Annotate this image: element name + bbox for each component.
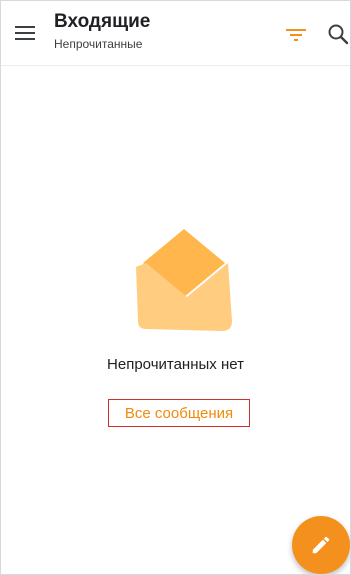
empty-state-message: Непрочитанных нет xyxy=(107,356,244,373)
envelope-icon xyxy=(136,229,232,331)
app-bar: Входящие Непрочитанные xyxy=(1,1,350,66)
page-subtitle: Непрочитанные xyxy=(54,37,143,51)
pencil-icon xyxy=(312,536,330,554)
menu-button[interactable] xyxy=(11,19,39,47)
all-messages-button[interactable]: Все сообщения xyxy=(108,399,250,427)
search-icon xyxy=(328,24,349,45)
filter-icon xyxy=(286,29,306,41)
search-button[interactable] xyxy=(324,20,350,48)
compose-button[interactable] xyxy=(292,516,350,574)
filter-button[interactable] xyxy=(282,21,310,49)
menu-icon xyxy=(15,26,35,40)
app-screen: Входящие Непрочитанные Непрочитанных нет… xyxy=(0,0,351,575)
header-titles: Входящие Непрочитанные xyxy=(54,11,150,52)
page-title: Входящие xyxy=(54,11,151,32)
